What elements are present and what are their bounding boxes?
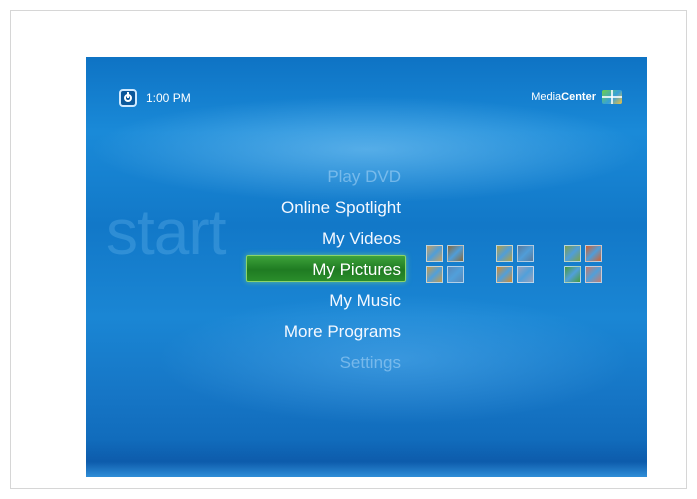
- menu-item-online-spotlight[interactable]: Online Spotlight: [281, 192, 401, 223]
- menu-item-my-videos[interactable]: My Videos: [281, 223, 401, 254]
- picture-thumbnail[interactable]: [517, 266, 534, 283]
- windows-logo-icon: [602, 90, 622, 104]
- picture-thumbnail[interactable]: [585, 266, 602, 283]
- picture-thumbnail[interactable]: [564, 266, 581, 283]
- picture-thumbnail[interactable]: [447, 245, 464, 262]
- picture-thumbnail[interactable]: [426, 245, 443, 262]
- start-menu: Play DVD Online Spotlight My Videos My P…: [281, 161, 401, 378]
- picture-thumbnail[interactable]: [585, 245, 602, 262]
- menu-item-settings[interactable]: Settings: [281, 347, 401, 378]
- picture-thumbnail[interactable]: [447, 266, 464, 283]
- menu-item-play-dvd[interactable]: Play DVD: [281, 161, 401, 192]
- picture-thumbnail[interactable]: [496, 266, 513, 283]
- picture-thumbnail[interactable]: [517, 245, 534, 262]
- media-center-screen: 1:00 PM MediaCenter start Play DVD Onlin…: [86, 57, 647, 477]
- picture-thumbnail-group-2[interactable]: [496, 245, 534, 283]
- menu-item-my-music[interactable]: My Music: [281, 285, 401, 316]
- picture-thumbnail[interactable]: [496, 245, 513, 262]
- menu-item-more-programs[interactable]: More Programs: [281, 316, 401, 347]
- menu-item-my-pictures[interactable]: My Pictures: [281, 254, 401, 285]
- window-frame: 1:00 PM MediaCenter start Play DVD Onlin…: [10, 10, 687, 489]
- picture-thumbnail[interactable]: [564, 245, 581, 262]
- power-icon[interactable]: [119, 89, 137, 107]
- clock: 1:00 PM: [146, 91, 191, 105]
- brand-text-light: Media: [531, 91, 562, 103]
- picture-thumbnail-group-3[interactable]: [564, 245, 602, 283]
- picture-thumbnail-group-1[interactable]: [426, 245, 464, 283]
- start-watermark: start: [106, 196, 226, 268]
- bottom-glow-bar: [86, 439, 647, 477]
- media-center-logo: MediaCenter: [531, 90, 622, 104]
- brand-text-bold: Center: [561, 91, 596, 103]
- picture-thumbnail[interactable]: [426, 266, 443, 283]
